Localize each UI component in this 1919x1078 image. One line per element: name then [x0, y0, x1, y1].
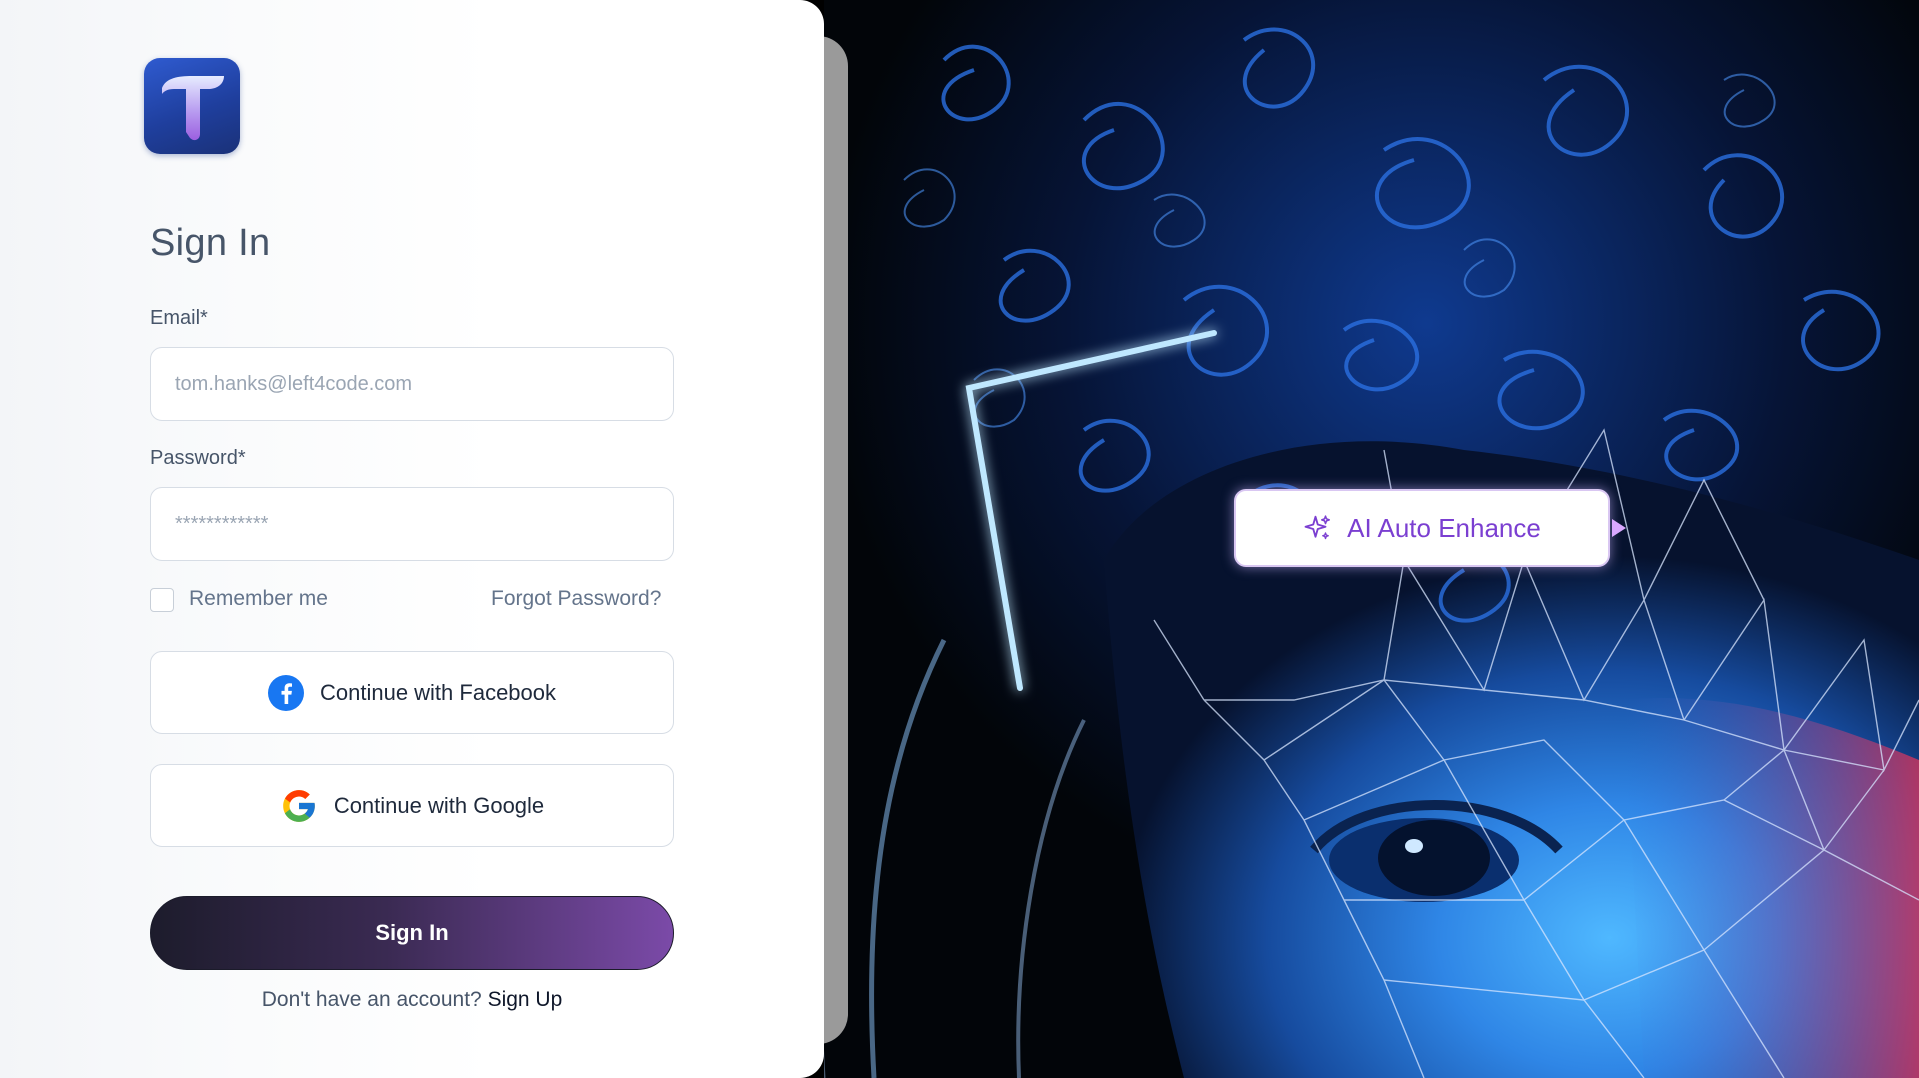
remember-me-checkbox[interactable]: [150, 588, 174, 612]
badge-pointer: [1612, 519, 1626, 537]
google-login-button[interactable]: Continue with Google: [150, 764, 674, 847]
no-account-text: Don't have an account?: [261, 988, 482, 1011]
facebook-login-button[interactable]: Continue with Facebook: [150, 651, 674, 734]
ai-enhance-badge: AI Auto Enhance: [1234, 489, 1610, 567]
facebook-icon: [267, 674, 304, 711]
ai-enhance-label: AI Auto Enhance: [1347, 512, 1541, 543]
google-icon: [282, 789, 315, 822]
email-field[interactable]: [150, 347, 674, 421]
google-login-label: Continue with Google: [333, 792, 545, 818]
page-title: Sign In: [150, 222, 271, 264]
sign-up-link[interactable]: Sign Up: [488, 988, 563, 1011]
password-label: Password*: [150, 447, 246, 469]
app-logo-icon: [144, 58, 240, 154]
remember-me-label[interactable]: Remember me: [189, 587, 328, 611]
signup-prompt: Don't have an account? Sign Up: [0, 988, 824, 1012]
signin-panel: Sign In Email* Password* Remember me For…: [0, 0, 824, 1078]
password-field[interactable]: [150, 487, 674, 561]
email-label: Email*: [150, 307, 208, 329]
sparkle-icon: [1304, 515, 1331, 540]
forgot-password-link[interactable]: Forgot Password?: [491, 587, 661, 611]
facebook-login-label: Continue with Facebook: [319, 679, 557, 705]
sign-in-button[interactable]: Sign In: [150, 896, 674, 970]
